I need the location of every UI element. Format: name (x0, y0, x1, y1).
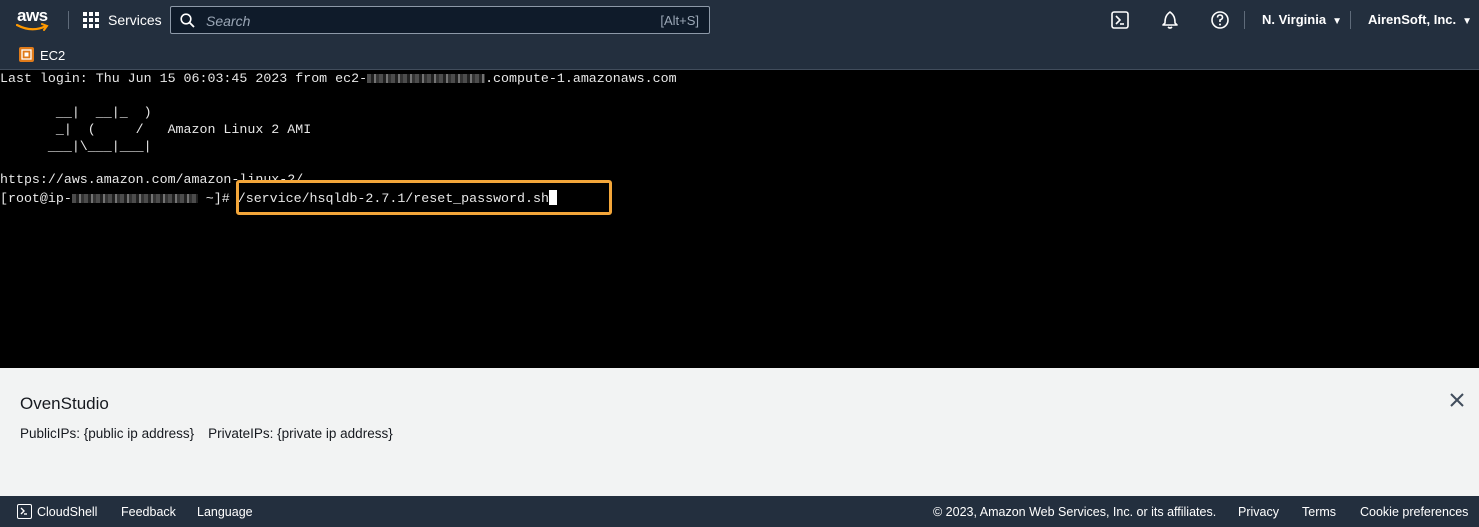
prompt-suffix: ~]# (197, 191, 238, 206)
private-ips: PrivateIPs: {private ip address} (208, 426, 393, 441)
search-icon (180, 13, 195, 28)
cloudshell-icon[interactable] (1110, 10, 1130, 30)
grid-icon (83, 11, 100, 29)
footer-copyright: © 2023, Amazon Web Services, Inc. or its… (933, 505, 1217, 519)
close-icon[interactable] (1449, 392, 1465, 408)
instance-info-panel: OvenStudio PublicIPs: {public ip address… (0, 368, 1479, 496)
services-label: Services (108, 12, 162, 28)
footer-feedback-link[interactable]: Feedback (121, 505, 176, 519)
footer-privacy-link[interactable]: Privacy (1238, 505, 1279, 519)
search-shortcut: [Alt+S] (660, 13, 699, 28)
prompt-prefix: [root@ip- (0, 191, 72, 206)
cloudshell-icon (17, 504, 32, 519)
instance-ips: PublicIPs: {public ip address} PrivateIPs… (20, 426, 393, 441)
caret-down-icon: ▼ (1332, 16, 1342, 27)
caret-down-icon: ▼ (1462, 16, 1473, 27)
footer-cookie-link[interactable]: Cookie preferences (1360, 505, 1468, 519)
footer-language-link[interactable]: Language (197, 505, 253, 519)
help-icon[interactable] (1210, 10, 1230, 30)
ascii-art-line2: _| ( / Amazon Linux 2 AMI (0, 122, 312, 137)
region-label: N. Virginia (1262, 12, 1327, 27)
footer-cloudshell-link[interactable]: CloudShell (37, 505, 97, 519)
ec2-icon (19, 47, 34, 62)
footer: CloudShell Feedback Language © 2023, Ama… (0, 496, 1479, 527)
nav-divider (1350, 11, 1351, 29)
last-login-line: Last login: Thu Jun 15 06:03:45 2023 fro… (0, 71, 677, 87)
account-menu[interactable]: AirenSoft, Inc. ▼ (1368, 12, 1472, 27)
account-label: AirenSoft, Inc. (1368, 12, 1457, 27)
last-login-suffix: .compute-1.amazonaws.com (485, 71, 677, 86)
redacted-hostname (367, 73, 486, 83)
last-login-prefix: Last login: Thu Jun 15 06:03:45 2023 fro… (0, 71, 368, 86)
service-bar: EC2 (0, 40, 1479, 70)
search-input[interactable]: Search [Alt+S] (170, 6, 710, 34)
command-highlight-box (236, 180, 612, 215)
ascii-art-line3: ___|\___|___| (0, 139, 152, 154)
services-menu-button[interactable]: Services (83, 11, 162, 29)
footer-terms-link[interactable]: Terms (1302, 505, 1336, 519)
public-ips: PublicIPs: {public ip address} (20, 426, 195, 441)
aws-logo[interactable]: aws (16, 6, 52, 34)
ascii-art-line1: __| __|_ ) (0, 105, 152, 120)
instance-name: OvenStudio (20, 394, 109, 413)
breadcrumb-ec2[interactable]: EC2 (40, 48, 65, 63)
region-selector[interactable]: N. Virginia ▼ (1262, 12, 1342, 27)
terminal[interactable]: Last login: Thu Jun 15 06:03:45 2023 fro… (0, 71, 1479, 368)
search-placeholder: Search (206, 13, 251, 29)
notifications-bell-icon[interactable] (1160, 10, 1180, 30)
nav-divider (1244, 11, 1245, 29)
top-navigation: aws Services Search [Alt+S] N. Virginia … (0, 0, 1479, 40)
redacted-ip (71, 193, 198, 203)
nav-divider (68, 11, 69, 29)
aws-smile-icon (16, 23, 49, 31)
